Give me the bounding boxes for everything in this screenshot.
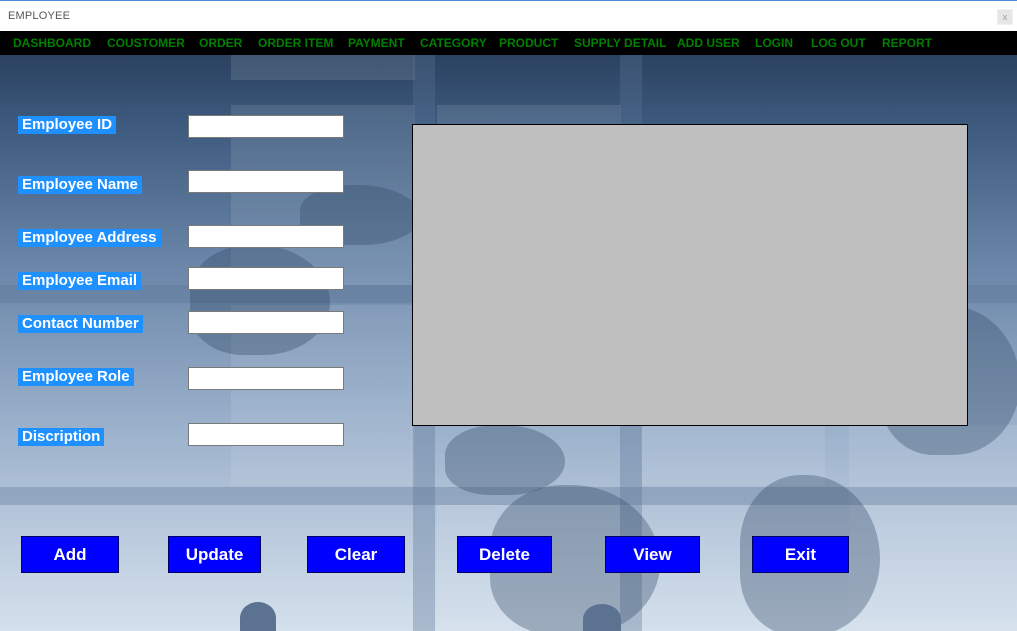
employee-data-grid[interactable] bbox=[412, 124, 968, 426]
menu-item-supply-detail[interactable]: SUPPLY DETAIL bbox=[574, 36, 666, 50]
menu-bar: DASHBOARD COUSTOMER ORDER ORDER ITEM PAY… bbox=[0, 31, 1017, 55]
discription-input[interactable] bbox=[188, 423, 344, 446]
menu-item-add-user[interactable]: ADD USER bbox=[677, 36, 740, 50]
employee-name-label: Employee Name bbox=[18, 176, 142, 194]
contact-number-label: Contact Number bbox=[18, 315, 143, 333]
contact-number-input[interactable] bbox=[188, 311, 344, 334]
employee-name-input[interactable] bbox=[188, 170, 344, 193]
employee-id-label: Employee ID bbox=[18, 116, 117, 134]
employee-email-input[interactable] bbox=[188, 267, 344, 290]
employee-address-label: Employee Address bbox=[18, 229, 161, 247]
exit-button[interactable]: Exit bbox=[752, 536, 849, 573]
employee-role-input[interactable] bbox=[188, 367, 344, 390]
menu-item-login[interactable]: LOGIN bbox=[755, 36, 793, 50]
employee-id-input[interactable] bbox=[188, 115, 344, 138]
menu-item-report[interactable]: REPORT bbox=[882, 36, 932, 50]
menu-item-dashboard[interactable]: DASHBOARD bbox=[13, 36, 91, 50]
menu-item-coustomer[interactable]: COUSTOMER bbox=[107, 36, 185, 50]
window-title: EMPLOYEE bbox=[8, 10, 71, 22]
employee-address-input[interactable] bbox=[188, 225, 344, 248]
title-bar: EMPLOYEE x bbox=[0, 0, 1017, 31]
menu-item-order-item[interactable]: ORDER ITEM bbox=[258, 36, 333, 50]
menu-item-order[interactable]: ORDER bbox=[199, 36, 242, 50]
menu-item-category[interactable]: CATEGORY bbox=[420, 36, 487, 50]
add-button[interactable]: Add bbox=[21, 536, 119, 573]
employee-role-label: Employee Role bbox=[18, 368, 134, 386]
menu-item-payment[interactable]: PAYMENT bbox=[348, 36, 405, 50]
clear-button[interactable]: Clear bbox=[307, 536, 405, 573]
menu-item-product[interactable]: PRODUCT bbox=[499, 36, 558, 50]
delete-button[interactable]: Delete bbox=[457, 536, 552, 573]
employee-form-panel: Employee ID Employee Name Employee Addre… bbox=[0, 55, 1017, 631]
employee-email-label: Employee Email bbox=[18, 272, 142, 290]
view-button[interactable]: View bbox=[605, 536, 700, 573]
close-icon[interactable]: x bbox=[997, 9, 1013, 25]
update-button[interactable]: Update bbox=[168, 536, 261, 573]
discription-label: Discription bbox=[18, 428, 105, 446]
menu-item-log-out[interactable]: LOG OUT bbox=[811, 36, 866, 50]
